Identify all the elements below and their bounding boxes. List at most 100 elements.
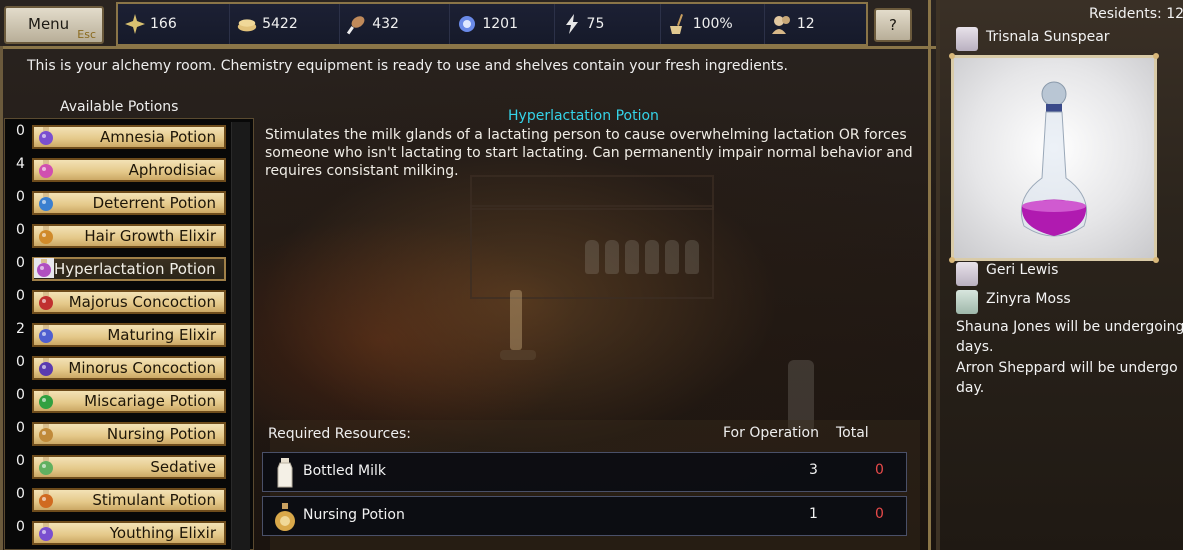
potion-list-scrollbar[interactable] (231, 122, 250, 550)
resident-name[interactable]: Zinyra Moss (986, 291, 1071, 307)
potion-row[interactable]: 0 Sedative (4, 451, 230, 479)
potion-count: 0 (16, 222, 25, 238)
potion-row[interactable]: 0 Stimulant Potion (4, 484, 230, 512)
resource-cleanliness[interactable]: 100% (660, 4, 765, 44)
help-button[interactable]: ? (874, 8, 912, 42)
resident-avatar[interactable] (956, 290, 978, 314)
requirement-total: 0 (875, 506, 884, 522)
potion-button[interactable]: Nursing Potion (32, 422, 226, 446)
potion-button[interactable]: Aphrodisiac (32, 158, 226, 182)
notification-line: day. (956, 380, 985, 396)
room-description: This is your alchemy room. Chemistry equ… (27, 58, 788, 74)
resource-energy-value: 75 (586, 16, 605, 32)
resource-food[interactable]: 432 (340, 4, 451, 44)
potion-row[interactable]: 4 Aphrodisiac (4, 154, 230, 182)
resource-cleanliness-value: 100% (692, 16, 733, 32)
requirement-for-operation: 3 (809, 462, 818, 478)
requirement-total: 0 (875, 462, 884, 478)
potion-icon (36, 291, 56, 311)
potion-row[interactable]: 0 Majorus Concoction (4, 286, 230, 314)
resource-gold[interactable]: 5422 (230, 4, 341, 44)
potion-icon (36, 423, 56, 443)
potion-row[interactable]: 0 Minorus Concoction (4, 352, 230, 380)
notification-line: days. (956, 339, 994, 355)
potion-count: 4 (16, 156, 25, 172)
potion-row[interactable]: 0 Hyperlactation Potion (4, 253, 230, 281)
potion-icon (36, 225, 56, 245)
potion-icon (36, 126, 56, 146)
potion-row[interactable]: 0 Hair Growth Elixir (4, 220, 230, 248)
resource-fame[interactable]: 166 (118, 4, 231, 44)
frame-corner (949, 257, 955, 263)
potion-icon (36, 522, 56, 542)
energy-icon (561, 13, 583, 35)
potion-count: 0 (16, 486, 25, 502)
potion-icon (36, 357, 56, 377)
potion-icon (36, 159, 56, 179)
potion-button[interactable]: Maturing Elixir (32, 323, 226, 347)
potion-row[interactable]: 0 Nursing Potion (4, 418, 230, 446)
requirement-row[interactable]: Nursing Potion 1 0 (262, 496, 907, 536)
potion-count: 0 (16, 189, 25, 205)
potion-icon (36, 192, 56, 212)
potion-icon (36, 324, 56, 344)
potion-row[interactable]: 0 Amnesia Potion (4, 121, 230, 149)
food-icon (346, 13, 368, 35)
featured-resident-name[interactable]: Trisnala Sunspear (986, 29, 1110, 45)
potion-button[interactable]: Minorus Concoction (32, 356, 226, 380)
potion-row[interactable]: 0 Deterrent Potion (4, 187, 230, 215)
potion-row[interactable]: 2 Maturing Elixir (4, 319, 230, 347)
potion-button[interactable]: Youthing Elixir (32, 521, 226, 545)
menu-button[interactable]: Menu Esc (4, 6, 104, 44)
potion-icon (34, 258, 54, 278)
resident-name[interactable]: Geri Lewis (986, 262, 1058, 278)
potion-icon (36, 390, 56, 410)
frame-corner (1153, 53, 1159, 59)
potion-button[interactable]: Sedative (32, 455, 226, 479)
requirement-name: Nursing Potion (303, 507, 405, 523)
total-header: Total (836, 425, 869, 441)
potion-count: 0 (16, 519, 25, 535)
potion-button[interactable]: Majorus Concoction (32, 290, 226, 314)
requirement-for-operation: 1 (809, 506, 818, 522)
resource-fame-value: 166 (150, 16, 177, 32)
resource-food-value: 432 (372, 16, 399, 32)
resource-mana[interactable]: 1201 (450, 4, 555, 44)
frame-corner (1153, 257, 1159, 263)
resource-energy[interactable]: 75 (554, 4, 661, 44)
potion-button[interactable]: Miscariage Potion (32, 389, 226, 413)
potion-count: 0 (16, 354, 25, 370)
frame-border-middle (928, 0, 931, 550)
notification-line: Arron Sheppard will be undergo (956, 360, 1178, 376)
potion-icon (36, 489, 56, 509)
potion-button[interactable]: Hyperlactation Potion (32, 257, 226, 281)
residents-count: Residents: 12 (1089, 6, 1183, 22)
mana-icon (456, 13, 478, 35)
potion-row[interactable]: 0 Youthing Elixir (4, 517, 230, 545)
resource-mana-value: 1201 (482, 16, 518, 32)
menu-hotkey-label: Esc (77, 28, 96, 41)
frame-border-top (0, 46, 936, 49)
potion-button[interactable]: Deterrent Potion (32, 191, 226, 215)
potion-button[interactable]: Amnesia Potion (32, 125, 226, 149)
frame-border-left (0, 46, 3, 550)
selected-potion-title: Hyperlactation Potion (508, 108, 659, 124)
menu-button-label: Menu (28, 15, 70, 33)
potion-icon (36, 456, 56, 476)
potion-row[interactable]: 0 Miscariage Potion (4, 385, 230, 413)
requirement-row[interactable]: Bottled Milk 3 0 (262, 452, 907, 492)
potion-count: 0 (16, 123, 25, 139)
potion-button[interactable]: Stimulant Potion (32, 488, 226, 512)
resident-avatar[interactable] (956, 27, 978, 51)
selected-potion-description: Stimulates the milk glands of a lactatin… (265, 127, 913, 179)
resource-bar: 166 5422 432 1201 75 100% 12 (116, 2, 868, 46)
resource-population[interactable]: 12 (764, 4, 867, 44)
cleanliness-icon (667, 13, 689, 35)
potion-button[interactable]: Hair Growth Elixir (32, 224, 226, 248)
potion-count: 0 (16, 255, 25, 271)
gold-icon (236, 13, 258, 35)
potion-count: 0 (16, 420, 25, 436)
potion-count: 0 (16, 288, 25, 304)
resident-avatar[interactable] (956, 262, 978, 286)
population-icon (771, 13, 793, 35)
